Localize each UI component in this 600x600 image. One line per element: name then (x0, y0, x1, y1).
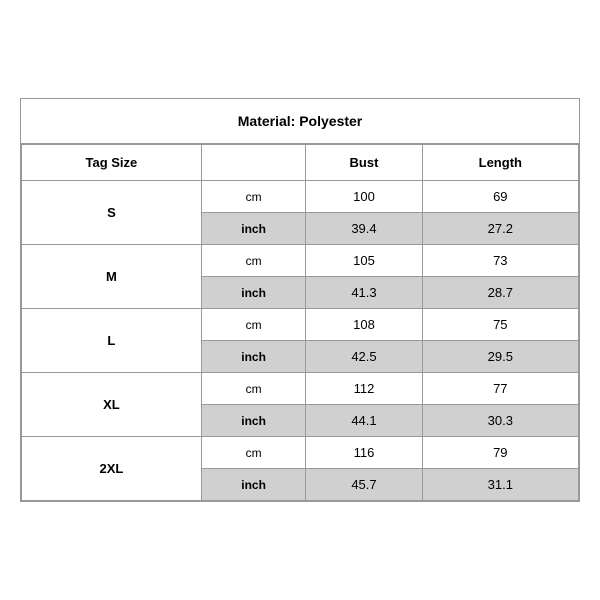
unit-inch: inch (201, 213, 306, 245)
bust-cm: 116 (306, 437, 422, 469)
length-inch: 31.1 (422, 469, 578, 501)
header-length: Length (422, 145, 578, 181)
length-inch: 27.2 (422, 213, 578, 245)
bust-inch: 42.5 (306, 341, 422, 373)
table-row: 2XLcm11679 (22, 437, 579, 469)
table-title: Material: Polyester (21, 99, 579, 144)
length-cm: 79 (422, 437, 578, 469)
tag-size-cell: M (22, 245, 202, 309)
bust-cm: 100 (306, 181, 422, 213)
bust-inch: 45.7 (306, 469, 422, 501)
bust-cm: 108 (306, 309, 422, 341)
header-unit (201, 145, 306, 181)
unit-cm: cm (201, 181, 306, 213)
unit-inch: inch (201, 277, 306, 309)
bust-inch: 44.1 (306, 405, 422, 437)
tag-size-cell: L (22, 309, 202, 373)
unit-inch: inch (201, 405, 306, 437)
size-table: Tag Size Bust Length Scm10069inch39.427.… (21, 144, 579, 501)
length-cm: 77 (422, 373, 578, 405)
table-row: Mcm10573 (22, 245, 579, 277)
bust-inch: 39.4 (306, 213, 422, 245)
length-cm: 69 (422, 181, 578, 213)
table-row: Scm10069 (22, 181, 579, 213)
length-inch: 30.3 (422, 405, 578, 437)
length-inch: 28.7 (422, 277, 578, 309)
table-row: Lcm10875 (22, 309, 579, 341)
header-tag-size: Tag Size (22, 145, 202, 181)
unit-cm: cm (201, 437, 306, 469)
size-chart-container: Material: Polyester Tag Size Bust Length… (20, 98, 580, 502)
bust-cm: 105 (306, 245, 422, 277)
bust-inch: 41.3 (306, 277, 422, 309)
length-inch: 29.5 (422, 341, 578, 373)
length-cm: 75 (422, 309, 578, 341)
bust-cm: 112 (306, 373, 422, 405)
tag-size-cell: 2XL (22, 437, 202, 501)
tag-size-cell: S (22, 181, 202, 245)
unit-cm: cm (201, 309, 306, 341)
table-row: XLcm11277 (22, 373, 579, 405)
length-cm: 73 (422, 245, 578, 277)
unit-cm: cm (201, 245, 306, 277)
unit-cm: cm (201, 373, 306, 405)
tag-size-cell: XL (22, 373, 202, 437)
unit-inch: inch (201, 341, 306, 373)
header-bust: Bust (306, 145, 422, 181)
unit-inch: inch (201, 469, 306, 501)
